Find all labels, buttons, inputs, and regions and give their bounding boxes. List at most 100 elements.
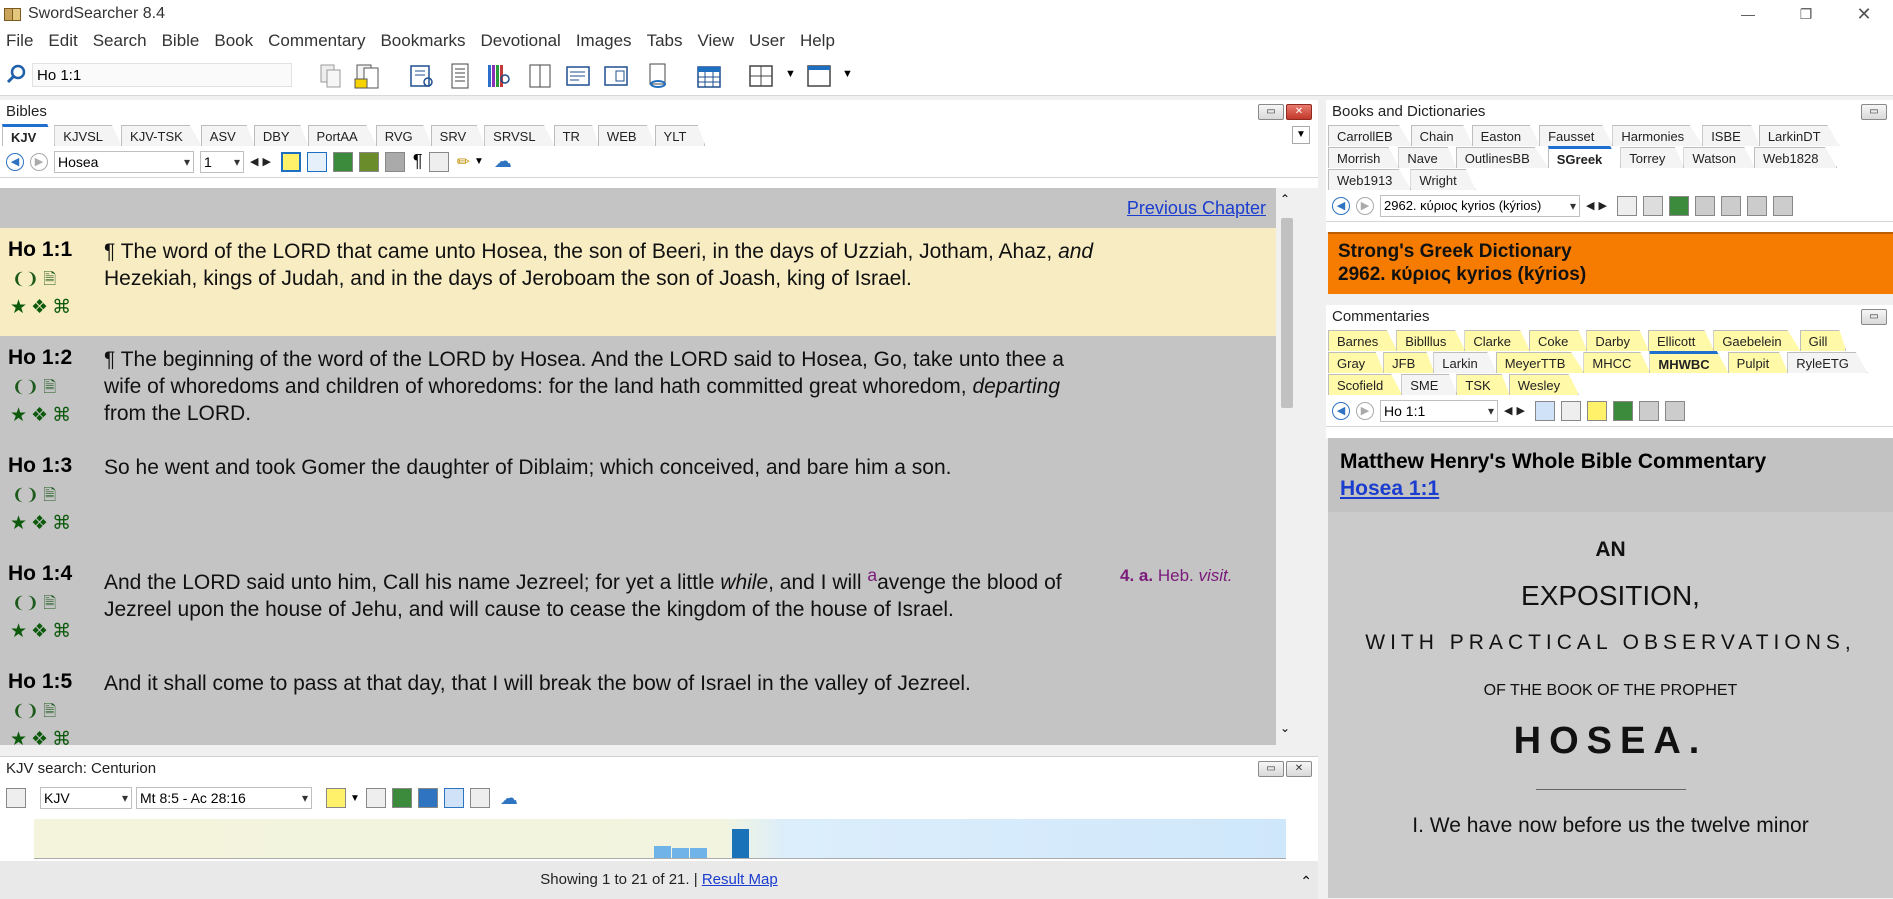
verse-star-icons[interactable]: ★❖⌘ [10,404,75,427]
library-icon[interactable] [486,62,512,90]
book-select[interactable]: Hosea [54,150,194,173]
menu-commentary[interactable]: Commentary [264,31,371,51]
tab-clarke[interactable]: Clarke [1464,330,1530,351]
disabled-tool-icon[interactable] [384,151,405,172]
search-version-select[interactable]: KJV [40,787,132,809]
tab-barnes[interactable]: Barnes [1328,330,1398,351]
page-icon[interactable] [428,151,449,172]
pencil-dropdown-arrow-icon[interactable]: ▼ [474,156,484,167]
search-doc-icon[interactable] [469,788,490,808]
tab-meyerttb[interactable]: MeyerTTB [1495,352,1585,373]
search-icon[interactable] [6,64,26,84]
commentaries-compare-icon[interactable] [1586,400,1607,421]
search-input[interactable] [32,63,292,87]
tab-gaebelein[interactable]: Gaebelein [1713,330,1801,351]
verse-ref[interactable]: Ho 1:4 [8,562,72,586]
bibles-restore-button[interactable]: ▭ [1258,104,1284,120]
commentaries-back-button[interactable]: ◀ [1332,401,1350,420]
scroll-down-icon[interactable]: ⌄ [1280,721,1290,735]
search-restore-button[interactable]: ▭ [1258,761,1284,777]
forward-button[interactable]: ▶ [30,152,48,171]
verse-star-icons[interactable]: ★❖⌘ [10,728,75,745]
notes-icon[interactable] [358,151,379,172]
tab-web1828[interactable]: Web1828 [1754,147,1838,168]
menu-book[interactable]: Book [210,31,259,51]
books-back-button[interactable]: ◀ [1332,196,1350,215]
search-chart-icon[interactable] [443,788,464,808]
books-copy-icon[interactable] [1720,195,1741,216]
commentaries-restore-button[interactable]: ▭ [1861,309,1887,325]
tab-larkindt[interactable]: LarkinDT [1758,125,1840,146]
search-scroll-up-icon[interactable]: ⌃ [1300,873,1312,890]
commentaries-prev-next-arrows[interactable]: ◀▶ [1504,404,1529,417]
books-compare-icon[interactable] [1642,195,1663,216]
menu-images[interactable]: Images [572,31,638,51]
tab-chain[interactable]: Chain [1410,125,1473,146]
books-edit-icon[interactable] [1694,195,1715,216]
commentaries-delete-icon[interactable] [1664,400,1685,421]
menu-user[interactable]: User [745,31,791,51]
tab-gill[interactable]: Gill [1799,330,1847,351]
verse-ref[interactable]: Ho 1:3 [8,454,72,478]
scrollbar-thumb[interactable] [1281,218,1293,408]
search-highlight-dropdown-arrow-icon[interactable]: ▼ [350,793,360,804]
tab-srvsl[interactable]: SRVSL [484,125,555,146]
chapter-select[interactable]: 1 [200,150,244,173]
tab-coke[interactable]: Coke [1528,330,1588,351]
result-map[interactable] [34,819,1286,859]
footnote[interactable]: 4. a. Heb. visit. [1120,566,1233,586]
books-restore-button[interactable]: ▭ [1861,104,1887,120]
search-close-button[interactable]: ✕ [1286,761,1312,777]
tab-biblllus[interactable]: Biblllus [1396,330,1466,351]
tab-web[interactable]: WEB [597,125,656,146]
verse-star-icons[interactable]: ★❖⌘ [10,512,75,535]
chapter-prev-next-arrows[interactable]: ◀▶ [250,155,275,168]
tab-mhcc[interactable]: MHCC [1583,352,1651,373]
close-window-button[interactable]: ✕ [1835,0,1893,28]
bible-text-view[interactable]: Previous Chapter Ho 1:1 ❨❩ 🗎 ★❖⌘ ¶ The w… [0,188,1298,745]
book-search-icon[interactable] [409,62,435,90]
menu-tabs[interactable]: Tabs [643,31,689,51]
tabs-dropdown-button[interactable]: ▼ [1292,126,1310,144]
tab-pulpit[interactable]: Pulpit [1727,352,1789,373]
verse-star-icons[interactable]: ★❖⌘ [10,296,75,319]
tab-tsk[interactable]: TSK [1456,374,1510,395]
tab-portaa[interactable]: PortAA [307,125,377,146]
search-copy-icon[interactable] [417,788,438,808]
search-page-icon[interactable] [365,788,386,808]
tab-isbe[interactable]: ISBE [1702,125,1760,146]
tab-asv[interactable]: ASV [200,125,255,146]
books-prev-next-arrows[interactable]: ◀▶ [1586,199,1611,212]
link-document-icon[interactable] [645,62,671,90]
verse-note-icons[interactable]: ❨❩ 🗎 [12,484,56,511]
menu-search[interactable]: Search [89,31,153,51]
tab-carrolleb[interactable]: CarrollEB [1328,125,1412,146]
highlight-icon[interactable] [280,151,301,172]
result-map-bar[interactable] [672,848,689,858]
tab-jfb[interactable]: JFB [1383,352,1435,373]
verse-note-icons[interactable]: ❨❩ 🗎 [12,700,56,727]
compare-versions-icon[interactable] [354,62,380,90]
tab-gray[interactable]: Gray [1328,352,1385,373]
tab-morrish[interactable]: Morrish [1328,147,1400,168]
print-icon[interactable] [332,151,353,172]
window-dropdown-arrow-icon[interactable]: ▼ [842,68,853,80]
calendar-icon[interactable] [696,62,722,90]
cloud-icon[interactable]: ☁ [494,151,512,172]
layout-dropdown-arrow-icon[interactable]: ▼ [785,68,796,80]
copy-icon[interactable] [318,62,344,90]
tab-tr[interactable]: TR [553,125,599,146]
tab-mhwbc[interactable]: MHWBC [1649,351,1729,373]
tab-ylt[interactable]: YLT [654,125,706,146]
bible-scrollbar[interactable]: ⌃ ⌄ [1276,188,1298,745]
verse-ref[interactable]: Ho 1:1 [8,238,72,262]
books-forward-button[interactable]: ▶ [1356,196,1374,215]
tab-kjv-tsk[interactable]: KJV-TSK [121,125,202,146]
parallel-icon[interactable] [603,62,629,90]
verse-star-icons[interactable]: ★❖⌘ [10,620,75,643]
tab-watson[interactable]: Watson [1683,147,1756,168]
tab-larkin[interactable]: Larkin [1433,352,1497,373]
tab-darby[interactable]: Darby [1586,330,1650,351]
result-map-link[interactable]: Result Map [702,871,778,888]
tab-srv[interactable]: SRV [430,125,486,146]
